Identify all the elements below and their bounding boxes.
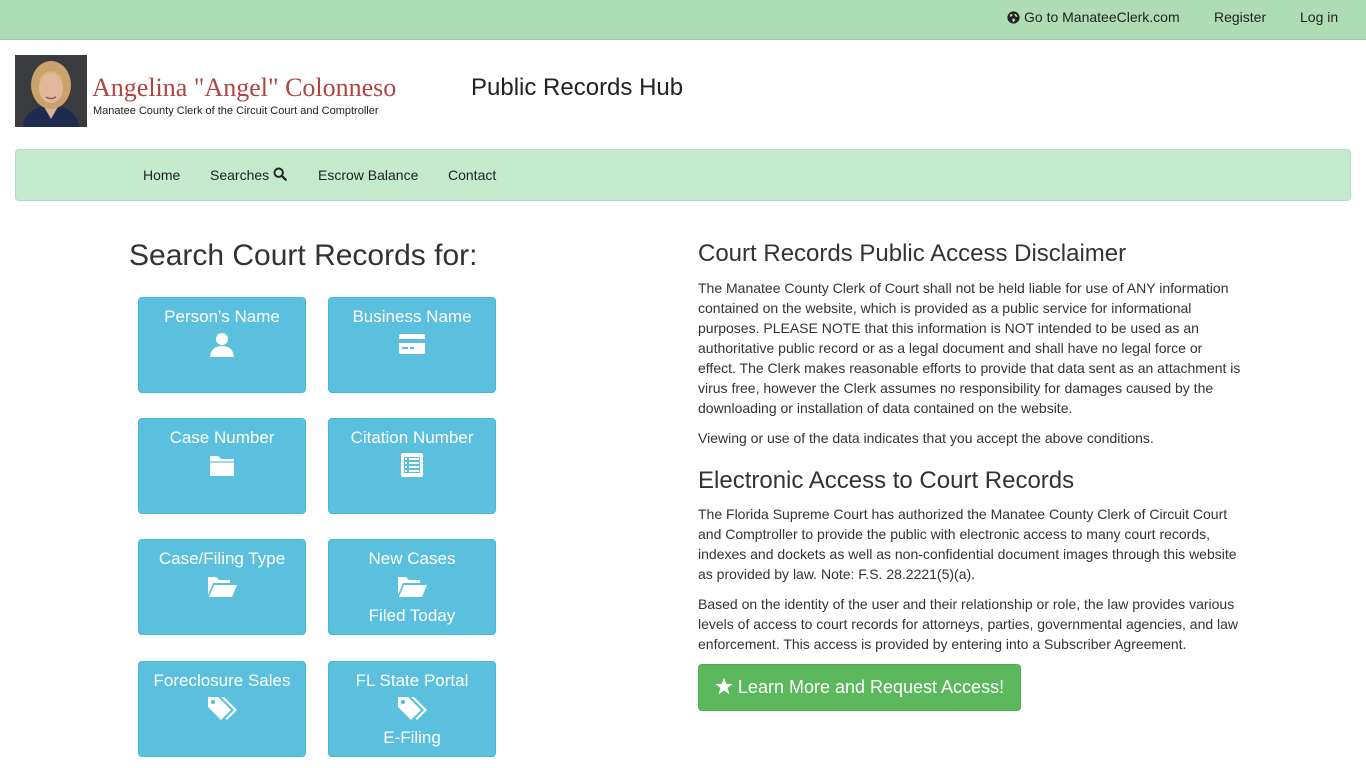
tile-label: Case Number xyxy=(169,428,275,447)
tile-case-number[interactable]: Case Number xyxy=(138,418,306,514)
tile-label: Citation Number xyxy=(350,428,474,447)
credit-card-icon xyxy=(399,334,425,354)
tags-icon xyxy=(208,697,237,720)
electronic-access-title: Electronic Access to Court Records xyxy=(698,467,1075,494)
nav-searches[interactable]: Searches xyxy=(210,167,287,183)
goto-manateeclerk-link[interactable]: Go to ManateeClerk.com xyxy=(1007,9,1180,26)
tile-label: Foreclosure Sales xyxy=(153,671,291,690)
tile-fl-state-portal-efiling[interactable]: FL State Portal E-Filing xyxy=(328,661,496,757)
tile-label: Business Name xyxy=(352,307,472,326)
tile-new-cases-filed-today[interactable]: New Cases Filed Today xyxy=(328,539,496,635)
tile-sublabel: E-Filing xyxy=(383,728,441,747)
tile-case-filing-type[interactable]: Case/Filing Type xyxy=(138,539,306,635)
tags-icon xyxy=(398,697,427,720)
tile-label: Person's Name xyxy=(164,307,280,326)
tile-label: Case/Filing Type xyxy=(158,549,286,568)
tile-label: FL State Portal xyxy=(355,671,469,690)
register-link[interactable]: Register xyxy=(1214,9,1266,26)
tile-foreclosure-sales[interactable]: Foreclosure Sales xyxy=(138,661,306,757)
tile-sublabel: Filed Today xyxy=(368,606,456,625)
request-access-label: Learn More and Request Access! xyxy=(737,677,1005,697)
tile-persons-name[interactable]: Person's Name xyxy=(138,297,306,393)
hub-title: Public Records Hub xyxy=(471,74,684,101)
list-alt-icon xyxy=(401,453,423,477)
nav-home[interactable]: Home xyxy=(143,167,180,183)
request-access-button[interactable]: Learn More and Request Access! xyxy=(698,664,1021,711)
brand-name[interactable]: Angelina "Angel" Colonneso xyxy=(92,73,396,103)
nav-escrow-balance[interactable]: Escrow Balance xyxy=(318,167,418,183)
brand-subtitle: Manatee County Clerk of the Circuit Cour… xyxy=(93,105,379,117)
tile-label: New Cases xyxy=(368,549,456,568)
search-section-title: Search Court Records for: xyxy=(129,239,478,272)
star-icon xyxy=(715,677,733,695)
disclaimer-acceptance: Viewing or use of the data indicates tha… xyxy=(698,430,1154,446)
nav-searches-label: Searches xyxy=(210,167,270,183)
clerk-portrait xyxy=(15,55,87,127)
tile-citation-number[interactable]: Citation Number xyxy=(328,418,496,514)
folder-open-icon xyxy=(398,577,427,597)
disclaimer-paragraph: The Manatee County Clerk of Court shall … xyxy=(698,280,1241,416)
nav-contact[interactable]: Contact xyxy=(448,167,496,183)
user-icon xyxy=(210,333,234,357)
disclaimer-title: Court Records Public Access Disclaimer xyxy=(698,240,1127,267)
login-link[interactable]: Log in xyxy=(1300,9,1338,26)
globe-icon xyxy=(1007,11,1020,24)
folder-open-icon xyxy=(208,577,237,597)
goto-label: Go to ManateeClerk.com xyxy=(1024,9,1180,25)
folder-icon xyxy=(210,456,234,476)
access-levels-paragraph: Based on the identity of the user and th… xyxy=(698,596,1239,652)
electronic-access-paragraph: The Florida Supreme Court has authorized… xyxy=(698,506,1237,582)
tile-business-name[interactable]: Business Name xyxy=(328,297,496,393)
search-icon xyxy=(273,167,287,181)
top-bar: Go to ManateeClerk.com Register Log in xyxy=(0,0,1366,40)
main-navbar: Home Searches Escrow Balance Contact xyxy=(15,149,1351,201)
